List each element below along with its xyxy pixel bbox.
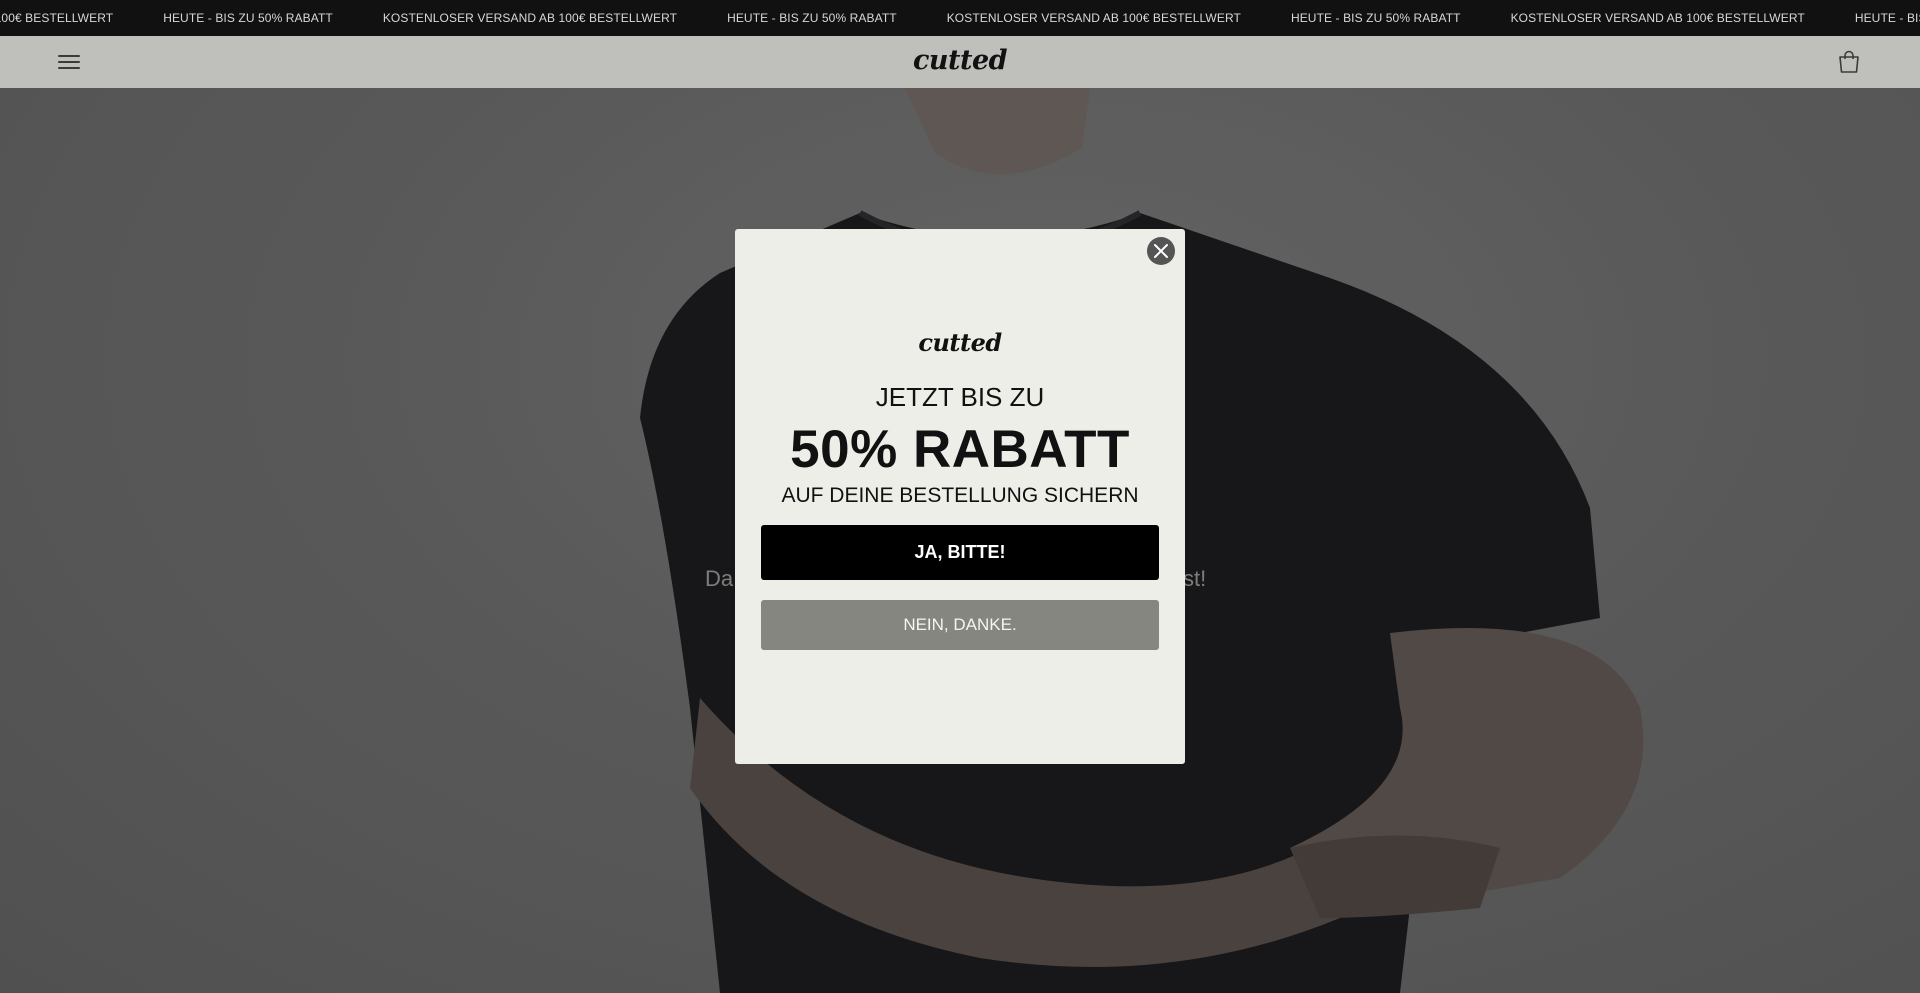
announcement-item: HEUTE - BIS ZU 50% RABATT — [1290, 11, 1461, 25]
popup-description: AUF DEINE BESTELLUNG SICHERN — [781, 484, 1139, 507]
discount-popup: cutted JETZT BIS ZU 50% RABATT AUF DEINE… — [735, 229, 1185, 764]
announcement-item: AB 100€ BESTELLWERT — [0, 11, 114, 25]
announcement-bar: AB 100€ BESTELLWERT HEUTE - BIS ZU 50% R… — [0, 0, 1920, 36]
announcement-item: KOSTENLOSER VERSAND AB 100€ BESTELLWERT — [382, 11, 678, 25]
announcement-item: HEUTE - BIS ZU 50% RABATT — [1854, 11, 1920, 25]
announcement-item: KOSTENLOSER VERSAND AB 100€ BESTELLWERT — [1510, 11, 1805, 25]
accept-offer-button[interactable]: JA, BITTE! — [761, 525, 1159, 580]
popup-subheading: JETZT BIS ZU — [875, 382, 1045, 412]
close-icon[interactable] — [1147, 237, 1175, 265]
announcement-item: KOSTENLOSER VERSAND AB 100€ BESTELLWERT — [946, 11, 1241, 25]
announcement-item: HEUTE - BIS ZU 50% RABATT — [727, 11, 897, 25]
announcement-item: HEUTE - BIS ZU 50% RABATT — [163, 11, 333, 25]
popup-headline: 50% RABATT — [790, 420, 1130, 479]
announcement-marquee: AB 100€ BESTELLWERT HEUTE - BIS ZU 50% R… — [0, 0, 1920, 36]
decline-offer-button[interactable]: NEIN, DANKE. — [761, 600, 1159, 650]
popup-logo: cutted — [918, 328, 1002, 357]
